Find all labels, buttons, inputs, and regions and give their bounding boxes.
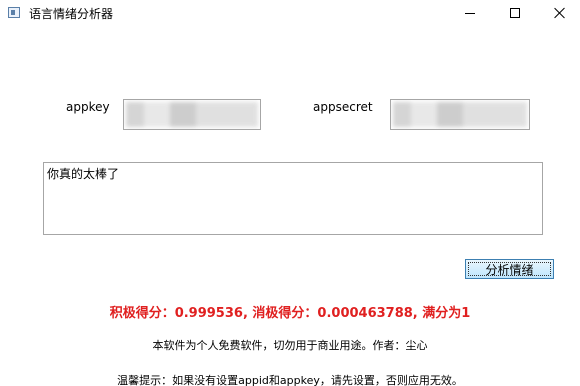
close-button[interactable] bbox=[538, 0, 580, 26]
title-bar: 语言情绪分析器 bbox=[0, 0, 580, 26]
minimize-button[interactable] bbox=[448, 0, 492, 26]
maximize-button[interactable] bbox=[493, 0, 537, 26]
redacted-appkey-value bbox=[126, 102, 258, 127]
window-title: 语言情绪分析器 bbox=[29, 7, 114, 21]
close-icon bbox=[554, 7, 566, 19]
minimize-icon bbox=[465, 12, 475, 14]
input-text-area[interactable]: 你真的太棒了 bbox=[43, 162, 543, 235]
appkey-label: appkey bbox=[66, 100, 110, 114]
appsecret-label: appsecret bbox=[313, 100, 373, 114]
score-result: 积极得分：0.999536, 消极得分：0.000463788, 满分为1 bbox=[109, 306, 471, 321]
focus-ring bbox=[468, 262, 551, 276]
analyze-emotion-button[interactable]: 分析情绪 bbox=[465, 259, 554, 279]
maximize-icon bbox=[510, 8, 520, 18]
setup-tip: 温馨提示：如果没有设置appid和appkey，请先设置，否则应用无效。 bbox=[117, 374, 463, 386]
redacted-appsecret-value bbox=[393, 102, 527, 127]
appkey-field[interactable] bbox=[123, 99, 261, 130]
license-notice: 本软件为个人免费软件，切勿用于商业用途。作者：尘心 bbox=[152, 339, 428, 352]
appsecret-field[interactable] bbox=[390, 99, 530, 130]
app-window-icon bbox=[8, 7, 20, 18]
